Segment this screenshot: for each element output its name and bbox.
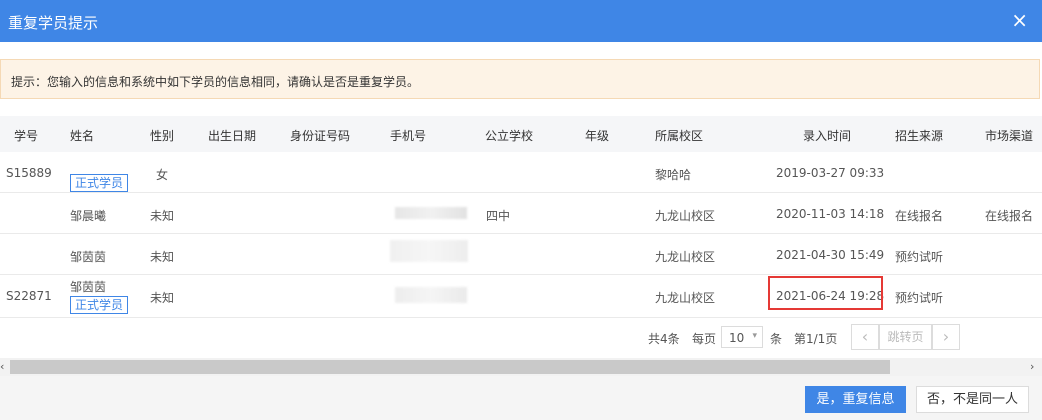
pagination: 共4条 每页 10 ▾ 条 第1/1页 ‹ 跳转页 ›	[0, 324, 1042, 350]
column-header-grade: 年级	[585, 129, 610, 143]
next-page-button[interactable]: ›	[932, 324, 960, 350]
cell-source: 预约试听	[895, 291, 944, 305]
column-header-source: 招生来源	[895, 129, 944, 143]
column-header-birthdate: 出生日期	[208, 129, 257, 143]
redacted-phone	[395, 207, 467, 219]
cell-entry-time: 2020-11-03 14:18	[776, 207, 885, 221]
cell-channel: 在线报名	[985, 209, 1034, 223]
scroll-right-icon[interactable]: ›	[1030, 360, 1034, 373]
cell-campus: 九龙山校区	[655, 291, 716, 305]
column-header-public-school: 公立学校	[485, 129, 534, 143]
column-header-student-id: 学号	[14, 129, 39, 143]
column-header-channel: 市场渠道	[985, 129, 1034, 143]
scroll-left-icon[interactable]: ‹	[0, 360, 4, 373]
dialog-titlebar: 重复学员提示 ×	[0, 0, 1042, 42]
pager-page-info: 第1/1页	[794, 332, 838, 346]
cell-source: 预约试听	[895, 250, 944, 264]
table-row[interactable]: S22871 邹茵茵 正式学员 未知 九龙山校区 2021-06-24 19:2…	[0, 275, 1042, 318]
pager-unit: 条	[770, 332, 783, 346]
page-size-select[interactable]: 10 ▾	[721, 326, 763, 348]
cell-campus: 黎哈哈	[655, 168, 692, 182]
close-icon[interactable]: ×	[1011, 8, 1028, 32]
page-size-value: 10	[729, 331, 745, 345]
redacted-phone	[390, 240, 468, 262]
cell-gender: 女	[156, 168, 169, 182]
table-row[interactable]: 邹晨曦 未知 四中 九龙山校区 2020-11-03 14:18 在线报名 在线…	[0, 193, 1042, 234]
scrollbar-thumb[interactable]	[10, 360, 890, 374]
cell-gender: 未知	[150, 291, 175, 305]
status-badge: 正式学员	[70, 296, 129, 314]
cell-gender: 未知	[150, 250, 175, 264]
dialog-title: 重复学员提示	[8, 14, 99, 32]
cell-name: 邹茵茵	[70, 280, 107, 294]
status-badge: 正式学员	[70, 174, 129, 192]
cell-entry-time: 2019-03-27 09:33	[776, 166, 885, 180]
cell-campus: 九龙山校区	[655, 209, 716, 223]
cell-student-id: S15889	[6, 166, 52, 180]
not-duplicate-button[interactable]: 否，不是同一人	[916, 386, 1029, 413]
column-header-gender: 性别	[150, 129, 175, 143]
column-header-id-number: 身份证号码	[290, 129, 351, 143]
pager-per-page-label: 每页	[692, 332, 717, 346]
cell-source: 在线报名	[895, 209, 944, 223]
column-header-entry-time: 录入时间	[803, 129, 852, 143]
confirm-duplicate-button[interactable]: 是，重复信息	[805, 386, 906, 413]
table-row[interactable]: S15889 正式学员 女 黎哈哈 2019-03-27 09:33	[0, 152, 1042, 193]
cell-campus: 九龙山校区	[655, 250, 716, 264]
table-row[interactable]: 邹茵茵 未知 九龙山校区 2021-04-30 15:49 预约试听	[0, 234, 1042, 275]
pager-total: 共4条	[648, 332, 680, 346]
cell-name: 邹晨曦	[70, 209, 107, 223]
table-header: 学号 姓名 性别 出生日期 身份证号码 手机号 公立学校 年级 所属校区 录入时…	[0, 116, 1042, 153]
cell-name: 邹茵茵	[70, 250, 107, 264]
cell-public-school: 四中	[486, 209, 511, 223]
chevron-down-icon: ▾	[752, 331, 757, 341]
cell-entry-time: 2021-04-30 15:49	[776, 248, 885, 262]
jump-page-button[interactable]: 跳转页	[879, 324, 932, 350]
column-header-phone: 手机号	[390, 129, 427, 143]
horizontal-scrollbar[interactable]: ‹ ›	[0, 358, 1042, 376]
highlight-box	[768, 276, 883, 310]
dialog-footer: 是，重复信息 否，不是同一人	[0, 376, 1042, 420]
prev-page-button[interactable]: ‹	[851, 324, 879, 350]
redacted-phone	[395, 287, 467, 303]
column-header-name: 姓名	[70, 129, 95, 143]
column-header-campus: 所属校区	[655, 129, 704, 143]
cell-student-id: S22871	[6, 289, 52, 303]
notice-banner: 提示：您输入的信息和系统中如下学员的信息相同，请确认是否是重复学员。	[0, 59, 1040, 99]
cell-gender: 未知	[150, 209, 175, 223]
notice-text: 提示：您输入的信息和系统中如下学员的信息相同，请确认是否是重复学员。	[11, 75, 420, 89]
